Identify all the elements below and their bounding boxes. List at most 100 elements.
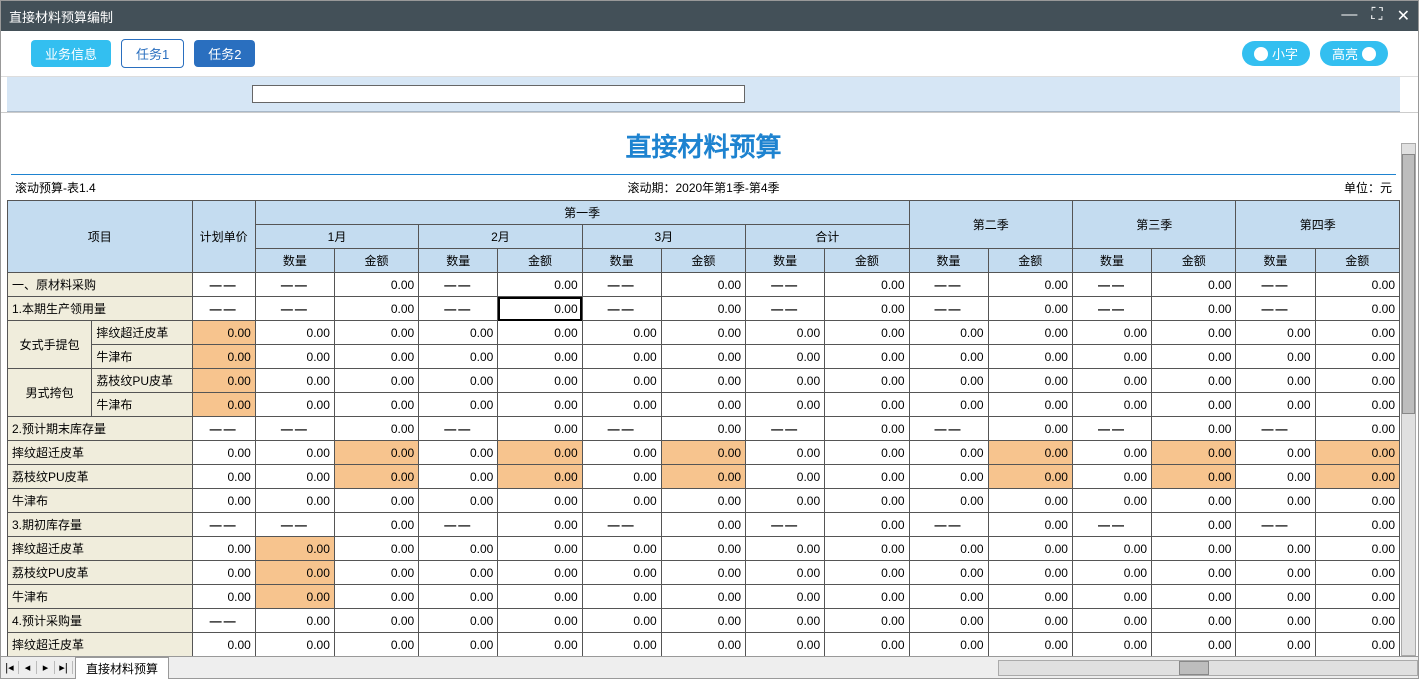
cell[interactable]: —— bbox=[746, 513, 825, 537]
cell[interactable]: 0.00 bbox=[255, 609, 334, 633]
cell[interactable]: 0.00 bbox=[1315, 633, 1400, 657]
cell[interactable]: 0.00 bbox=[1072, 537, 1151, 561]
cell[interactable]: 0.00 bbox=[1152, 513, 1236, 537]
cell[interactable]: 0.00 bbox=[988, 489, 1072, 513]
cell[interactable]: 0.00 bbox=[1315, 537, 1400, 561]
cell[interactable]: 0.00 bbox=[419, 393, 498, 417]
cell[interactable]: 0.00 bbox=[334, 537, 418, 561]
cell[interactable]: 0.00 bbox=[582, 441, 661, 465]
cell[interactable]: 0.00 bbox=[582, 537, 661, 561]
cell[interactable]: 0.00 bbox=[1152, 369, 1236, 393]
cell[interactable]: 0.00 bbox=[1315, 393, 1400, 417]
cell[interactable]: 0.00 bbox=[419, 609, 498, 633]
cell[interactable]: 0.00 bbox=[498, 369, 582, 393]
cell[interactable]: 0.00 bbox=[1072, 633, 1151, 657]
cell[interactable]: 0.00 bbox=[988, 513, 1072, 537]
cell[interactable]: 0.00 bbox=[1152, 585, 1236, 609]
cell[interactable]: 0.00 bbox=[746, 465, 825, 489]
cell[interactable]: 0.00 bbox=[1236, 609, 1315, 633]
cell[interactable]: 0.00 bbox=[909, 465, 988, 489]
cell[interactable]: 0.00 bbox=[746, 561, 825, 585]
cell[interactable]: 0.00 bbox=[334, 369, 418, 393]
cell[interactable]: 0.00 bbox=[825, 345, 909, 369]
cell[interactable]: 0.00 bbox=[988, 369, 1072, 393]
table-row[interactable]: 摔纹超迁皮革0.000.000.000.000.000.000.000.000.… bbox=[8, 633, 1400, 657]
table-row[interactable]: 荔枝纹PU皮革0.000.000.000.000.000.000.000.000… bbox=[8, 465, 1400, 489]
business-info-button[interactable]: 业务信息 bbox=[31, 40, 111, 67]
cell[interactable]: 0.00 bbox=[334, 321, 418, 345]
cell[interactable]: 0.00 bbox=[988, 537, 1072, 561]
cell[interactable]: —— bbox=[1236, 273, 1315, 297]
cell[interactable]: 0.00 bbox=[419, 345, 498, 369]
cell[interactable]: 0.00 bbox=[334, 417, 418, 441]
cell[interactable]: —— bbox=[419, 273, 498, 297]
cell[interactable]: 0.00 bbox=[582, 369, 661, 393]
cell[interactable]: 0.00 bbox=[746, 393, 825, 417]
cell[interactable]: 0.00 bbox=[1315, 321, 1400, 345]
cell[interactable]: 0.00 bbox=[498, 513, 582, 537]
cell[interactable]: 0.00 bbox=[988, 393, 1072, 417]
cell[interactable]: 0.00 bbox=[1315, 489, 1400, 513]
cell[interactable]: 0.00 bbox=[498, 465, 582, 489]
cell[interactable]: 0.00 bbox=[1236, 321, 1315, 345]
cell[interactable]: —— bbox=[419, 513, 498, 537]
cell[interactable]: 0.00 bbox=[334, 345, 418, 369]
cell[interactable]: 0.00 bbox=[419, 537, 498, 561]
cell[interactable]: 0.00 bbox=[825, 585, 909, 609]
cell[interactable]: 0.00 bbox=[661, 321, 745, 345]
document-area[interactable]: 直接材料预算 滚动预算-表1.4 滚动期：2020年第1季-第4季 单位：元 项… bbox=[1, 112, 1418, 656]
cell[interactable]: —— bbox=[1072, 513, 1151, 537]
cell[interactable]: 0.00 bbox=[746, 345, 825, 369]
cell[interactable]: 0.00 bbox=[1072, 393, 1151, 417]
cell[interactable]: 0.00 bbox=[909, 537, 988, 561]
cell[interactable]: 0.00 bbox=[582, 489, 661, 513]
cell[interactable]: 0.00 bbox=[419, 633, 498, 657]
task2-button[interactable]: 任务2 bbox=[194, 40, 255, 67]
cell[interactable]: 0.00 bbox=[255, 369, 334, 393]
cell[interactable]: 0.00 bbox=[988, 273, 1072, 297]
cell[interactable]: 0.00 bbox=[498, 417, 582, 441]
cell[interactable]: 0.00 bbox=[1236, 345, 1315, 369]
cell[interactable]: 0.00 bbox=[825, 441, 909, 465]
cell[interactable]: 0.00 bbox=[825, 633, 909, 657]
cell[interactable]: 0.00 bbox=[498, 585, 582, 609]
cell[interactable]: 0.00 bbox=[334, 489, 418, 513]
table-row[interactable]: 男式挎包荔枝纹PU皮革0.000.000.000.000.000.000.000… bbox=[8, 369, 1400, 393]
table-row[interactable]: 牛津布0.000.000.000.000.000.000.000.000.000… bbox=[8, 393, 1400, 417]
cell[interactable]: —— bbox=[1236, 297, 1315, 321]
cell[interactable]: 0.00 bbox=[1236, 441, 1315, 465]
cell[interactable]: —— bbox=[746, 417, 825, 441]
cell[interactable]: 0.00 bbox=[661, 297, 745, 321]
cell[interactable]: 0.00 bbox=[255, 465, 334, 489]
cell[interactable]: 0.00 bbox=[419, 441, 498, 465]
nav-prev-icon[interactable]: ◂ bbox=[19, 661, 37, 674]
vertical-scrollbar[interactable] bbox=[1401, 143, 1416, 656]
cell[interactable]: —— bbox=[746, 297, 825, 321]
cell[interactable]: 0.00 bbox=[988, 417, 1072, 441]
cell[interactable]: 0.00 bbox=[746, 609, 825, 633]
cell[interactable]: 0.00 bbox=[582, 465, 661, 489]
cell[interactable]: 0.00 bbox=[1315, 345, 1400, 369]
table-row[interactable]: 4.预计采购量——0.000.000.000.000.000.000.000.0… bbox=[8, 609, 1400, 633]
cell[interactable]: 0.00 bbox=[1152, 273, 1236, 297]
nav-next-icon[interactable]: ▸ bbox=[37, 661, 55, 674]
cell[interactable]: —— bbox=[255, 273, 334, 297]
cell[interactable]: 0.00 bbox=[582, 585, 661, 609]
cell[interactable]: 0.00 bbox=[1315, 465, 1400, 489]
nav-first-icon[interactable]: |◂ bbox=[1, 661, 19, 674]
task1-button[interactable]: 任务1 bbox=[121, 39, 184, 68]
cell[interactable]: 0.00 bbox=[255, 321, 334, 345]
cell[interactable]: 0.00 bbox=[988, 633, 1072, 657]
cell[interactable]: 0.00 bbox=[1315, 609, 1400, 633]
cell[interactable]: —— bbox=[1072, 297, 1151, 321]
cell[interactable]: 0.00 bbox=[419, 561, 498, 585]
cell[interactable]: 0.00 bbox=[334, 465, 418, 489]
cell[interactable]: 0.00 bbox=[1315, 369, 1400, 393]
cell[interactable]: 0.00 bbox=[1152, 441, 1236, 465]
cell[interactable]: 0.00 bbox=[498, 489, 582, 513]
ruler[interactable] bbox=[7, 77, 1400, 112]
cell[interactable]: 0.00 bbox=[1152, 321, 1236, 345]
cell[interactable]: 0.00 bbox=[192, 441, 255, 465]
cell[interactable]: 0.00 bbox=[825, 393, 909, 417]
cell[interactable]: 0.00 bbox=[192, 633, 255, 657]
